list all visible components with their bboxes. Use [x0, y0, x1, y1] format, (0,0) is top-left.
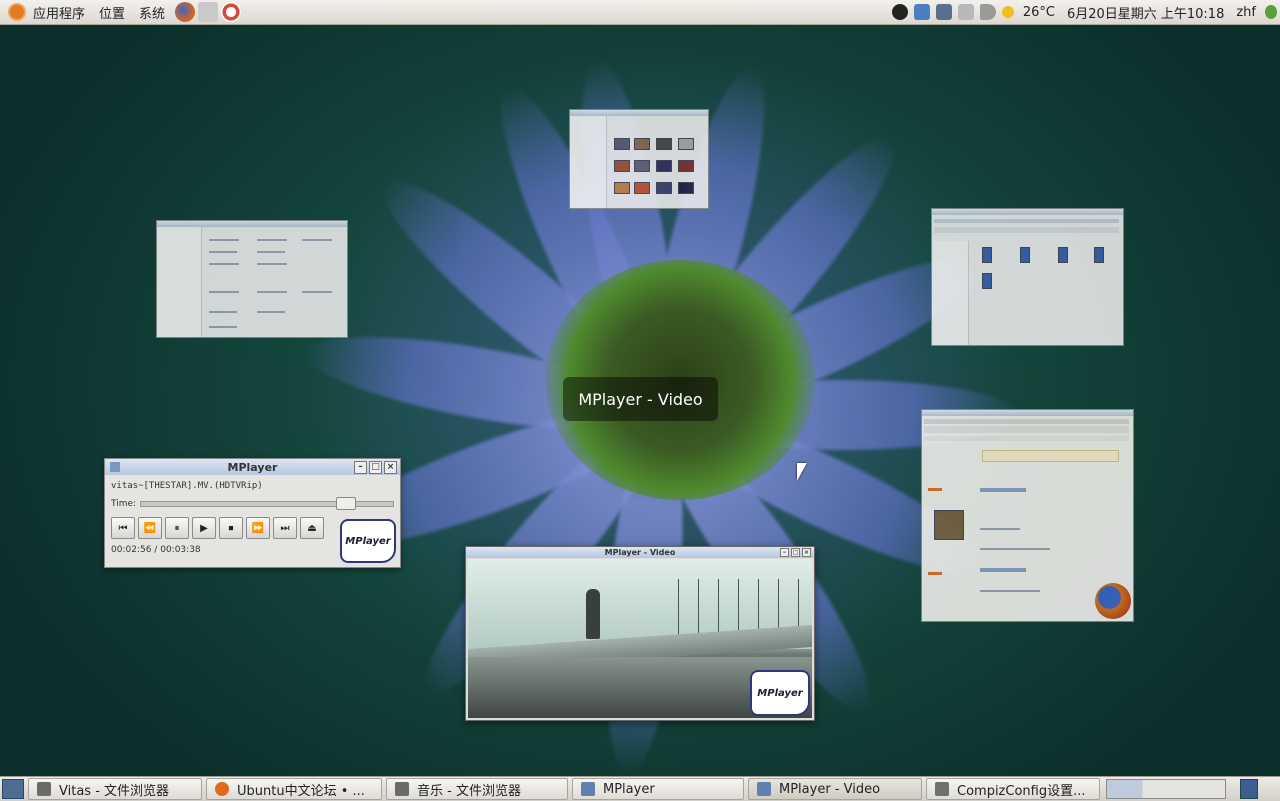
current-file-name: vitas~[THESTAR].MV.(HDTVRip) — [111, 481, 263, 491]
compiz-settings-icon — [935, 782, 949, 796]
system-tray: 26°C 6月20日星期六 上午10:18 zhf — [889, 0, 1280, 24]
task-firefox-forum[interactable]: Ubuntu中文论坛 • ... — [206, 778, 382, 800]
network-icon[interactable] — [935, 4, 952, 20]
task-compizconfig[interactable]: CompizConfig设置... — [926, 778, 1100, 800]
task-music-file-browser[interactable]: 音乐 - 文件浏览器 — [386, 778, 568, 800]
fast-forward-button[interactable]: ⏩ — [246, 517, 270, 539]
pause-button[interactable]: ⏸ — [165, 517, 189, 539]
user-switch-icon[interactable] — [1265, 5, 1277, 19]
next-track-button[interactable]: ⏭ — [273, 517, 297, 539]
user-name[interactable]: zhf — [1230, 5, 1262, 20]
seek-slider-handle[interactable] — [336, 497, 357, 510]
current-position: 00:02:56 — [111, 545, 152, 555]
time-separator: / — [154, 545, 158, 555]
mplayer-logo: MPlayer — [340, 519, 396, 563]
video-mplayer-logo: MPlayer — [750, 670, 810, 716]
close-button[interactable]: × — [384, 461, 397, 474]
keyboard-icon[interactable] — [957, 4, 974, 20]
qq-icon[interactable] — [891, 4, 908, 20]
video-maximize-button[interactable]: □ — [791, 548, 800, 557]
window-thumbnail-file-browser-vitas[interactable] — [156, 220, 348, 338]
window-thumbnail-image-browser[interactable] — [569, 109, 709, 209]
trash-icon[interactable] — [1240, 779, 1258, 799]
bottom-panel: Vitas - 文件浏览器 Ubuntu中文论坛 • ... 音乐 - 文件浏览… — [0, 776, 1280, 801]
video-titlebar[interactable]: MPlayer - Video – □ × — [466, 547, 814, 558]
top-panel: 应用程序 位置 系统 26°C 6月20日星期六 上午10:18 zhf — [0, 0, 1280, 25]
temperature[interactable]: 26°C — [1017, 5, 1061, 20]
eject-button[interactable]: ⏏ — [300, 517, 324, 539]
firefox-launcher-icon[interactable] — [175, 2, 196, 22]
window-thumbnail-firefox-forum[interactable] — [921, 409, 1134, 622]
ubuntu-logo-icon[interactable] — [8, 3, 26, 21]
seek-slider[interactable] — [140, 497, 394, 510]
mplayer-titlebar[interactable]: MPlayer – □ × — [105, 459, 400, 475]
task-vitas-file-browser[interactable]: Vitas - 文件浏览器 — [28, 778, 202, 800]
firefox-icon — [215, 782, 229, 796]
help-launcher-icon[interactable] — [221, 2, 242, 22]
software-update-icon[interactable] — [913, 4, 930, 20]
video-window-title: MPlayer - Video — [604, 548, 676, 557]
total-duration: 00:03:38 — [160, 545, 201, 555]
mail-launcher-icon[interactable] — [198, 2, 219, 22]
menu-system[interactable]: 系统 — [132, 3, 172, 22]
workspace-switcher[interactable] — [1106, 779, 1226, 799]
previous-track-button[interactable]: ⏮ — [111, 517, 135, 539]
mplayer-icon — [581, 782, 595, 796]
stop-button[interactable]: ⏹ — [219, 517, 243, 539]
file-browser-icon — [37, 782, 51, 796]
mouse-cursor — [797, 463, 807, 481]
task-mplayer[interactable]: MPlayer — [572, 778, 744, 800]
video-frame[interactable]: MPlayer — [468, 559, 812, 718]
file-browser-icon — [395, 782, 409, 796]
window-title-label: MPlayer - Video — [563, 377, 718, 421]
video-close-button[interactable]: × — [802, 548, 811, 557]
weather-sun-icon[interactable] — [1001, 6, 1014, 18]
mplayer-icon — [757, 782, 771, 796]
mplayer-video-window[interactable]: MPlayer - Video – □ × MPlayer — [465, 546, 815, 721]
video-minimize-button[interactable]: – — [780, 548, 789, 557]
clock[interactable]: 6月20日星期六 上午10:18 — [1061, 3, 1230, 22]
minimize-button[interactable]: – — [354, 461, 367, 474]
maximize-button[interactable]: □ — [369, 461, 382, 474]
menu-places[interactable]: 位置 — [92, 3, 132, 22]
menu-applications[interactable]: 应用程序 — [26, 3, 92, 22]
task-mplayer-video[interactable]: MPlayer - Video — [748, 778, 922, 800]
video-figure — [586, 589, 600, 639]
play-button[interactable]: ▶ — [192, 517, 216, 539]
firefox-icon — [1095, 583, 1131, 619]
mplayer-control-window[interactable]: MPlayer – □ × vitas~[THESTAR].MV.(HDTVRi… — [104, 458, 401, 568]
time-label: Time: — [111, 499, 137, 509]
rewind-button[interactable]: ⏪ — [138, 517, 162, 539]
volume-icon[interactable] — [979, 4, 996, 20]
show-desktop-button[interactable] — [2, 779, 24, 799]
window-thumbnail-music-browser[interactable] — [931, 208, 1124, 346]
